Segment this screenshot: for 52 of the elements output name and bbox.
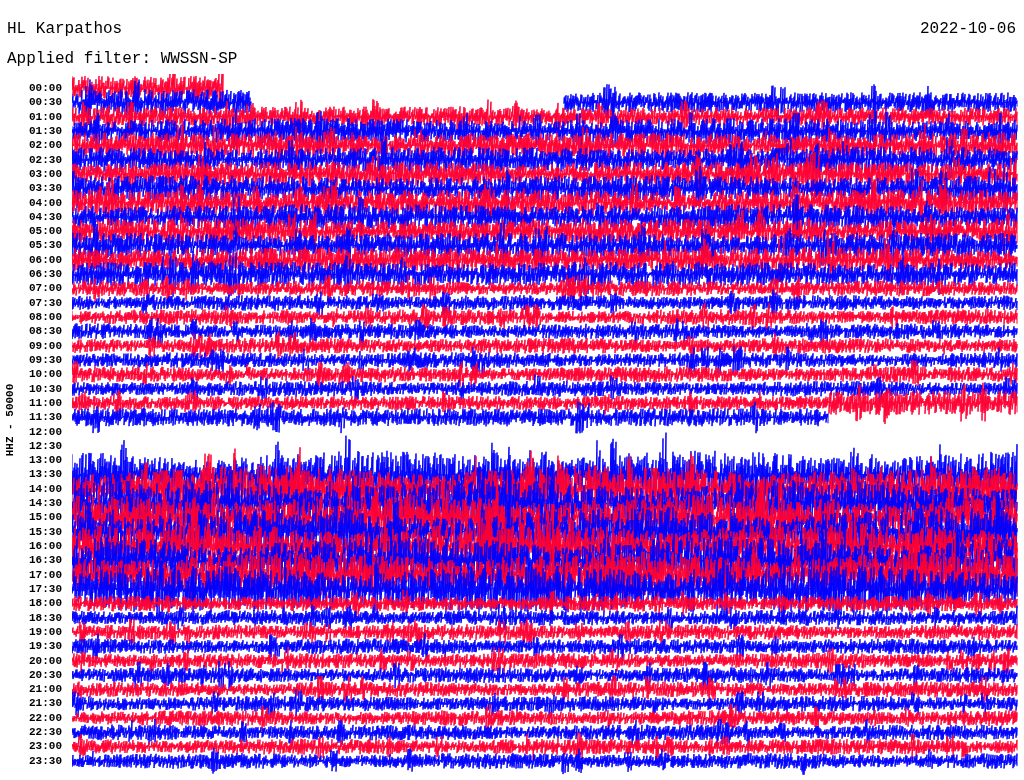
time-label: 14:30 (28, 496, 62, 511)
time-label: 11:00 (28, 395, 62, 411)
time-label: 06:00 (28, 252, 62, 268)
station-title: HL Karpathos (7, 20, 123, 40)
time-label: 22:00 (28, 710, 62, 726)
time-label: 20:30 (28, 667, 62, 683)
time-label: 20:00 (28, 653, 62, 668)
time-label: 18:30 (28, 610, 62, 625)
time-label: 19:00 (28, 624, 62, 640)
time-label: 07:30 (28, 295, 62, 310)
time-label: 09:30 (28, 352, 62, 368)
time-label: 23:30 (28, 753, 62, 768)
time-label: 12:30 (28, 438, 62, 454)
time-label: 06:30 (28, 267, 62, 282)
time-label: 10:30 (28, 381, 62, 396)
time-label: 08:00 (28, 310, 62, 325)
time-label: 19:30 (28, 639, 62, 654)
time-label: 03:30 (28, 181, 62, 196)
time-label: 02:00 (28, 138, 62, 153)
time-label: 11:30 (28, 410, 62, 425)
time-label: 16:30 (28, 553, 62, 568)
time-label: 18:00 (28, 596, 62, 611)
time-label: 05:00 (28, 224, 62, 239)
time-label: 05:30 (28, 238, 62, 253)
filter-label: Applied filter: WWSSN-SP (6, 49, 239, 70)
time-label: 00:30 (28, 95, 62, 110)
time-label: 15:00 (28, 510, 62, 525)
time-label: 03:00 (28, 166, 62, 182)
time-label: 16:00 (28, 539, 62, 554)
time-label: 21:30 (28, 696, 62, 711)
time-label: 14:00 (28, 481, 62, 497)
time-label: 23:00 (28, 739, 62, 754)
time-label: 02:30 (28, 152, 62, 167)
time-label: 04:30 (28, 209, 62, 225)
date-label: 2022-10-06 (920, 20, 1016, 40)
time-label: 15:30 (28, 524, 62, 539)
time-label: 08:30 (28, 324, 62, 339)
time-label: 17:00 (28, 567, 62, 582)
time-label: 09:00 (28, 338, 62, 353)
time-label: 07:00 (28, 281, 62, 296)
time-label: 13:30 (28, 467, 62, 482)
time-label: 22:30 (28, 725, 62, 740)
time-label: 17:30 (28, 581, 62, 597)
time-label: 00:00 (28, 81, 62, 96)
time-label: 21:00 (28, 682, 62, 697)
time-label: 12:00 (28, 424, 62, 439)
time-label: 01:30 (28, 123, 62, 139)
time-label: 04:00 (28, 195, 62, 210)
time-label: 01:00 (28, 109, 62, 124)
axis-label: HHZ - 50000 (4, 382, 16, 459)
time-label: 13:00 (28, 453, 62, 468)
time-label: 10:00 (28, 367, 62, 382)
